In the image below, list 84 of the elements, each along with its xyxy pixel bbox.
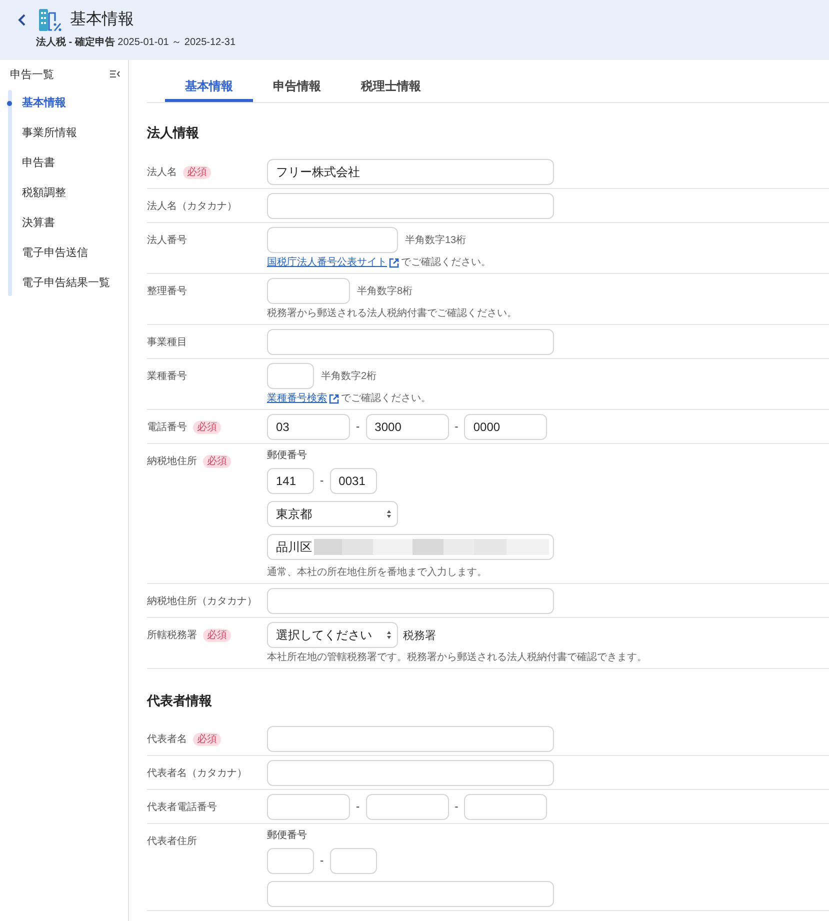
active-dot-icon [7,100,12,106]
postal-code-label: 郵便番号 [267,448,307,463]
input-field[interactable] [330,848,377,874]
sidebar-item[interactable]: 税額調整 [22,178,66,208]
page-title: 基本情報 [70,10,134,30]
input-field[interactable] [267,881,554,907]
section-heading: 代表者情報 [147,693,212,709]
back-icon[interactable] [18,14,26,26]
sidebar-item[interactable]: 電子申告送信 [22,238,88,268]
external-link[interactable]: 業種番号検索 [267,392,327,406]
field-label: 納税地住所（カタカナ） [147,594,257,608]
input-field[interactable] [366,794,449,820]
field-label: 電話番号 [147,420,187,434]
input-field[interactable] [267,363,314,389]
required-badge: 必須 [203,628,231,642]
format-hint: 半角数字13桁 [405,234,466,247]
external-link-icon [329,394,339,404]
input-field[interactable] [267,760,554,786]
separator-dash: - [356,801,360,813]
input-field[interactable] [267,726,554,752]
section-heading: 法人情報 [147,125,199,141]
field-label: 代表者電話番号 [147,800,217,814]
select-field[interactable]: 東京都 [267,501,398,527]
external-link[interactable]: 国税庁法人番号公表サイト [267,256,387,270]
field-label: 業種番号 [147,370,187,383]
select-arrows-icon [387,510,391,518]
input-field[interactable]: 3000 [366,414,449,440]
sidebar-item[interactable]: 決算書 [22,208,55,238]
select-field[interactable]: 選択してください [267,622,398,648]
field-label: 事業種目 [147,336,187,349]
sidebar-item[interactable]: 基本情報 [22,88,66,118]
input-field[interactable]: 0000 [464,414,548,440]
required-badge: 必須 [183,166,211,178]
sidebar-item[interactable]: 申告書 [22,148,55,178]
help-text: でご確認ください。 [401,256,491,270]
field-label: 法人名 [147,166,177,179]
field-label: 代表者名 [147,732,187,746]
input-field[interactable]: 品川区 [267,534,554,560]
separator-dash: - [454,801,458,813]
field-label: 代表者名（カタカナ） [147,766,247,780]
input-field[interactable] [464,794,548,820]
select-arrows-icon [387,631,391,639]
field-label: 納税地住所 [147,454,197,468]
separator-dash: - [320,475,324,487]
separator-dash: - [356,421,360,433]
sidebar-item[interactable]: 電子申告結果一覧 [22,268,110,298]
postal-code-label: 郵便番号 [267,828,307,843]
help-text: でご確認ください。 [341,392,431,406]
collapse-icon[interactable] [110,70,120,78]
input-field[interactable]: フリー株式会社 [267,159,554,185]
suffix-text: 税務署 [403,628,436,642]
help-text: 税務署から郵送される法人税納付書でご確認ください。 [267,307,517,321]
separator-dash: - [320,855,324,867]
help-text: 通常、本社の所在地住所を番地まで入力します。 [267,566,487,580]
building-icon [38,8,62,32]
sidebar-heading: 申告一覧 [10,68,54,82]
sidebar-item[interactable]: 事業所情報 [22,118,77,148]
input-field[interactable] [267,193,554,219]
input-field[interactable] [267,848,314,874]
input-field[interactable]: 141 [267,468,314,494]
format-hint: 半角数字8桁 [357,284,413,298]
input-field[interactable] [267,588,554,614]
tab[interactable]: 基本情報 [165,78,253,102]
required-badge: 必須 [193,732,221,746]
input-field[interactable]: 0031 [330,468,377,494]
input-field[interactable]: 03 [267,414,350,440]
input-field[interactable] [267,329,554,355]
required-badge: 必須 [203,454,231,468]
format-hint: 半角数字2桁 [321,370,377,383]
tab[interactable]: 税理士情報 [341,78,441,102]
external-link-icon [389,258,399,268]
input-field[interactable] [267,794,350,820]
help-text: 本社所在地の管轄税務署です。税務署から郵送される法人税納付書で確認できます。 [267,651,647,665]
field-label: 法人番号 [147,234,187,247]
input-field[interactable] [267,227,398,253]
field-label: 整理番号 [147,284,187,298]
input-field[interactable] [267,278,350,304]
field-label: 所轄税務署 [147,628,197,642]
field-label: 法人名（カタカナ） [147,200,237,213]
page-subtitle: 法人税 - 確定申告 2025-01-01 ～ 2025-12-31 [36,36,236,50]
required-badge: 必須 [193,420,221,434]
tab[interactable]: 申告情報 [253,78,341,102]
field-label: 代表者住所 [147,834,197,848]
separator-dash: - [454,421,458,433]
